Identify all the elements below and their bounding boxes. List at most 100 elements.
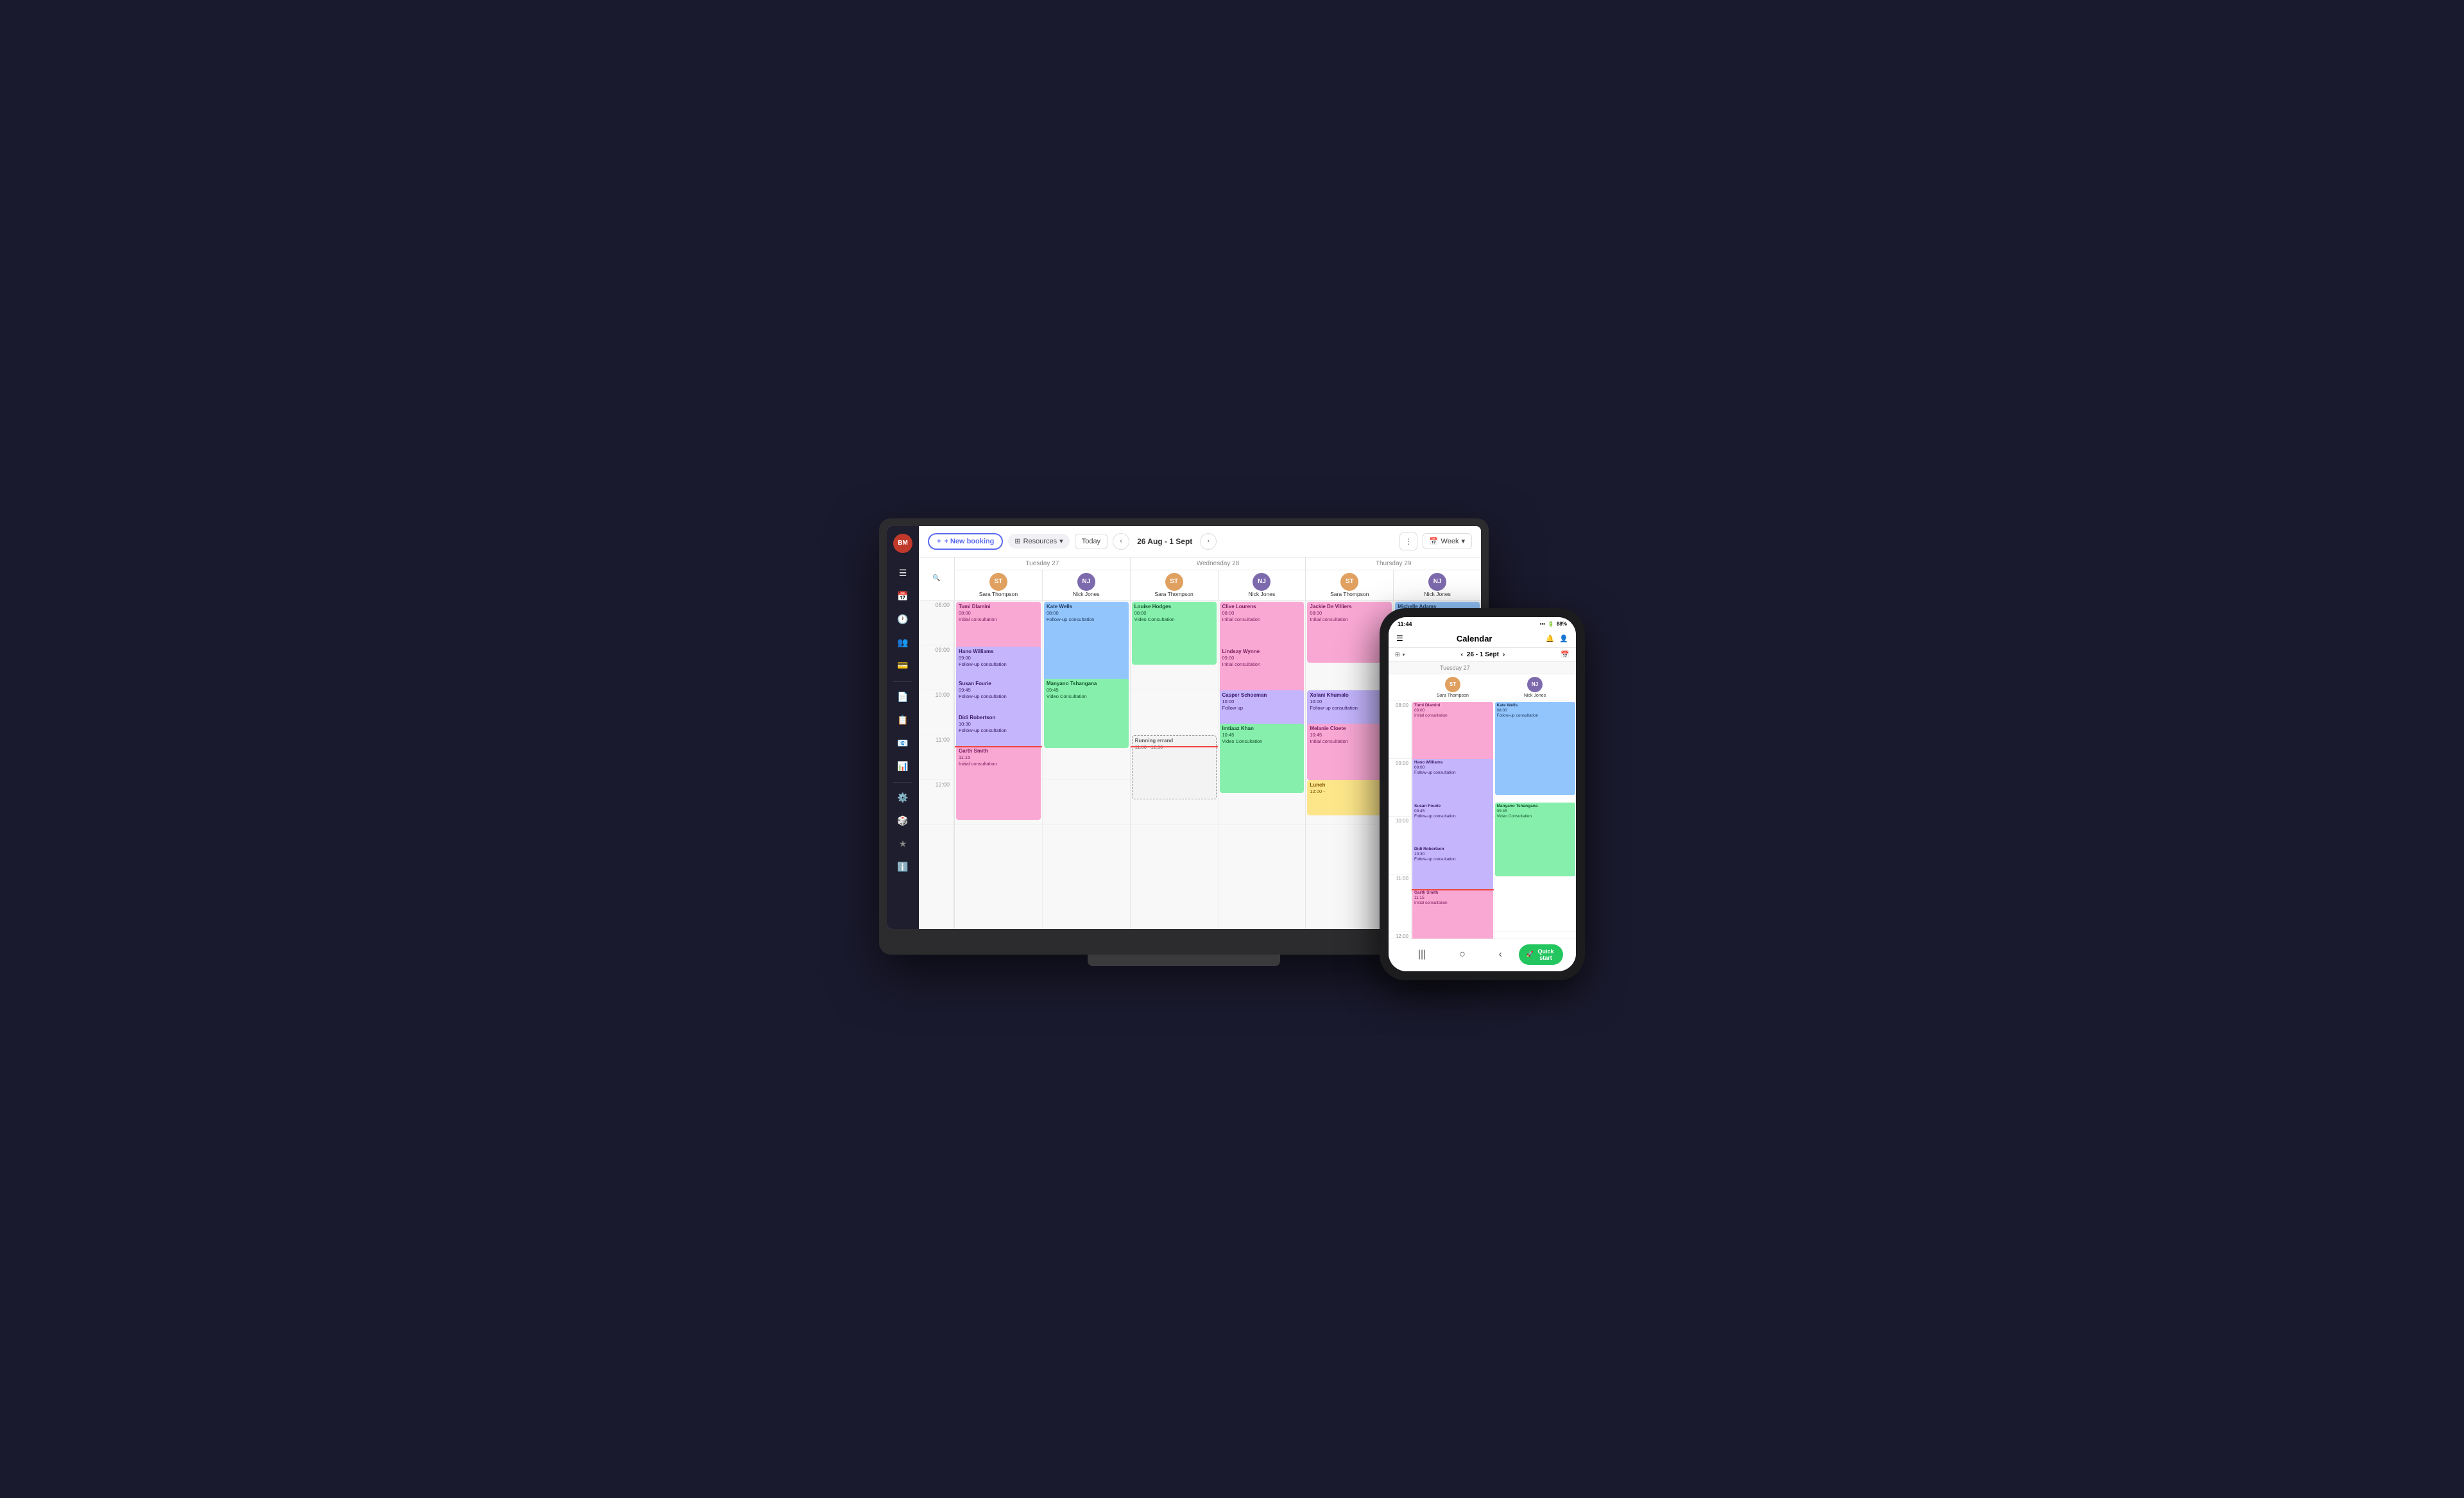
phone-header-icons: 🔔 👤 [1546,634,1568,643]
sidebar-icon-mail[interactable]: 📧 [893,733,913,754]
avatar-nick-tue: NJ [1077,573,1095,591]
next-button[interactable]: › [1200,533,1217,550]
provider-name-sara-tue: Sara Thompson [979,591,1018,597]
provider-name-nick-wed: Nick Jones [1249,591,1276,597]
phone-prev-btn[interactable]: ‹ [1461,651,1463,658]
sidebar-icon-users[interactable]: 👥 [893,633,913,653]
provider-row-tuesday: ST Sara Thompson NJ Nick Jones [955,570,1130,600]
sidebar-icon-star[interactable]: ★ [893,834,913,855]
provider-col-nick-thu: NJ Nick Jones [1394,570,1481,600]
provider-col-nick-tue: NJ Nick Jones [1043,570,1130,600]
sidebar-divider [893,681,912,682]
event-kate-wells[interactable]: Kate Wells 08:00 Follow-up consultation [1044,602,1129,682]
sidebar-icon-info[interactable]: ℹ️ [893,857,913,878]
phone-event-susan[interactable]: Susan Fourie 09:45 Follow-up consultatio… [1412,803,1493,851]
phone-event-didi[interactable]: Didi Robertson 10:30 Follow-up consultat… [1412,846,1493,890]
user-avatar[interactable]: BM [893,534,912,553]
phone-hour-08: 08:00 [1389,701,1411,759]
avatar-sara-wed: ST [1165,573,1183,591]
sidebar-icon-billing[interactable]: 💳 [893,656,913,676]
phone-menu-icon[interactable]: ☰ [1396,634,1403,643]
phone-bottom-bar: ||| ○ ‹ 🚀 Quick start [1389,939,1576,971]
sidebar-icon-settings[interactable]: ⚙️ [893,788,913,808]
phone-nav-back[interactable]: ‹ [1499,949,1502,960]
phone-date-nav: ‹ 26 - 1 Sept › [1461,651,1505,658]
new-booking-button[interactable]: + + New booking [928,533,1003,550]
event-garth-smith[interactable]: Garth Smith 11:15 Initial consultation [956,746,1041,820]
chevron-down-icon: ▾ [1059,537,1063,545]
phone-calendar-title: Calendar [1457,634,1493,643]
sidebar: BM ☰ 📅 🕐 👥 💳 📄 📋 📧 📊 ⚙️ 🎲 ★ ℹ️ [887,526,919,929]
event-running-errand[interactable]: Running errand 11:00 - 12:30 [1132,735,1217,799]
phone-time: 11:44 [1398,621,1412,627]
event-manyano[interactable]: Manyano Tshangana 09:45 Video Consultati… [1044,679,1129,748]
provider-name-nick-tue: Nick Jones [1073,591,1100,597]
day-label-tuesday: Tuesday 27 [955,557,1130,570]
sidebar-icon-menu[interactable]: ☰ [893,563,913,584]
day-label-wednesday: Wednesday 28 [1131,557,1306,570]
today-button[interactable]: Today [1075,534,1108,549]
week-view-button[interactable]: 📅 Week ▾ [1423,533,1472,549]
sara-wednesday-col[interactable]: Louise Hodges 08:00 Video Consultation R… [1131,600,1219,929]
nick-wednesday-col[interactable]: Clive Lourens 08:00 Initial consultation… [1219,600,1306,929]
toolbar-right: ⋮ 📅 Week ▾ [1399,532,1472,550]
rocket-icon: 🚀 [1527,951,1534,958]
phone-hour-12: 12:00 [1389,932,1411,939]
phone-grid: 08:00 09:00 10:00 11:00 12:00 Tumi Dlami… [1389,701,1576,939]
phone-view-chevron[interactable]: ▾ [1403,652,1405,658]
phone-avatar-nick: NJ [1527,677,1543,692]
event-louise-hodges[interactable]: Louise Hodges 08:00 Video Consultation [1132,602,1217,665]
more-options-button[interactable]: ⋮ [1399,532,1417,550]
phone-event-kate[interactable]: Kate Wells 08:00 Follow-up consultation [1495,702,1576,795]
sara-tuesday-col[interactable]: Tumi Dlamini 08:00 Initial consultation … [955,600,1043,929]
phone-view-icon[interactable]: ⊞ [1395,651,1400,658]
sidebar-icon-calendar[interactable]: 📅 [893,586,913,607]
day-label-thursday: Thursday 29 [1306,557,1481,570]
prev-button[interactable]: ‹ [1113,533,1129,550]
time-slot-10: 10:00 [919,690,954,735]
event-imtiaaz[interactable]: Imtiaaz Khan 10:45 Video Consultation [1220,724,1305,793]
phone-nick-day[interactable]: Kate Wells 08:00 Follow-up consultation … [1494,701,1577,939]
phone-hour-11: 11:00 [1389,874,1411,932]
phone-event-garth[interactable]: Garth Smith 11:15 Initial consultation [1412,889,1493,939]
phone-event-tumi[interactable]: Tumi Dlamini 08:00 Initial consultation [1412,702,1493,766]
day-group-thursday: Thursday 29 ST Sara Thompson NJ Nick Jon… [1305,557,1481,600]
time-slot-12: 12:00 [919,780,954,825]
phone-calendar-grid-icon[interactable]: 📅 [1561,651,1570,659]
resources-button[interactable]: ⊞ Resources ▾ [1008,534,1069,549]
wednesday-cols: Louise Hodges 08:00 Video Consultation R… [1130,600,1306,929]
phone-next-btn[interactable]: › [1503,651,1505,658]
phone-toolbar: ⊞ ▾ ‹ 26 - 1 Sept › 📅 [1389,648,1576,662]
nick-tuesday-col[interactable]: Kate Wells 08:00 Follow-up consultation … [1043,600,1130,929]
phone-provider-sara: ST Sara Thompson [1412,677,1494,698]
phone-person-icon[interactable]: 👤 [1559,634,1568,643]
avatar-sara-thu: ST [1340,573,1358,591]
phone-status-right: ▪▪▪ 🔋 88% [1540,621,1568,627]
toolbar: + + New booking ⊞ Resources ▾ Today ‹ 26… [919,526,1481,557]
phone-nav-home[interactable]: ○ [1459,949,1466,960]
phone-nav-bars[interactable]: ||| [1418,949,1426,960]
search-zoom-icon[interactable]: 🔍 [932,575,940,582]
provider-col-sara-tue: ST Sara Thompson [955,570,1043,600]
sidebar-icon-docs[interactable]: 📄 [893,687,913,708]
phone-view-selector: ⊞ ▾ [1395,651,1405,658]
sidebar-icon-integrations[interactable]: 🎲 [893,811,913,831]
phone-bell-icon[interactable]: 🔔 [1546,634,1555,643]
calendar-icon: 📅 [1430,537,1439,545]
provider-name-nick-thu: Nick Jones [1424,591,1451,597]
wifi-icon: ▪▪▪ [1540,621,1546,627]
phone-event-manyano-phone[interactable]: Manyano Tshangana 09:45 Video Consultati… [1495,803,1576,876]
sidebar-icon-notes[interactable]: 📋 [893,710,913,731]
battery-icon: 🔋 [1548,621,1554,627]
provider-col-sara-thu: ST Sara Thompson [1306,570,1394,600]
sidebar-icon-reports[interactable]: 📊 [893,756,913,777]
quick-start-button[interactable]: 🚀 Quick start [1519,944,1563,965]
current-time-line [955,746,1042,747]
grid-icon: ⊞ [1014,537,1020,545]
sidebar-icon-clock[interactable]: 🕐 [893,609,913,630]
phone-sara-day[interactable]: Tumi Dlamini 08:00 Initial consultation … [1412,701,1494,939]
time-slot-11: 11:00 [919,735,954,780]
phone-screen: 11:44 ▪▪▪ 🔋 88% ☰ Calendar 🔔 👤 ⊞ [1389,617,1576,971]
battery-percent: 88% [1557,621,1567,627]
provider-name-sara-wed: Sara Thompson [1154,591,1193,597]
